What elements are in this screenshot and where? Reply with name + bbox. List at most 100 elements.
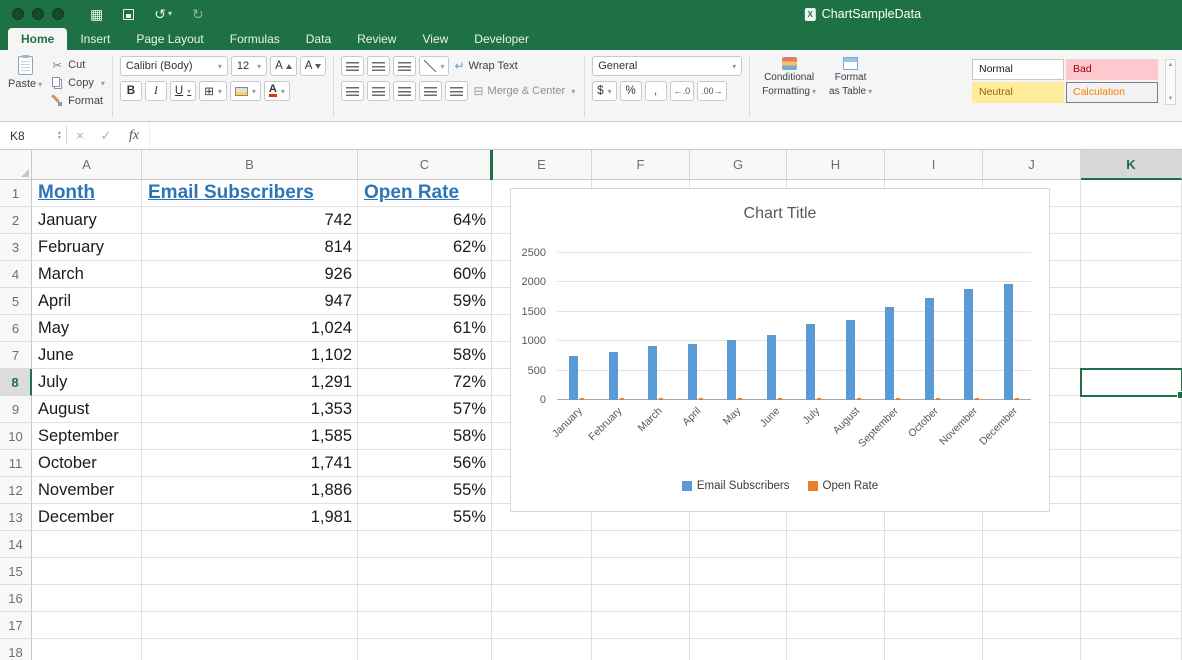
- cell-openrate-november[interactable]: 55%: [358, 477, 492, 504]
- undo-icon[interactable]: ↺▾: [154, 7, 172, 21]
- cell-openrate-october[interactable]: 56%: [358, 450, 492, 477]
- tab-page-layout[interactable]: Page Layout: [123, 28, 216, 50]
- increase-font-button[interactable]: A: [270, 56, 297, 76]
- cell-month-december[interactable]: December: [32, 504, 142, 531]
- cell-subscribers-july[interactable]: 1,291: [142, 369, 358, 396]
- number-format-select[interactable]: General▾: [592, 56, 742, 76]
- cell-month-march[interactable]: March: [32, 261, 142, 288]
- row-header-9[interactable]: 9: [0, 396, 32, 423]
- percent-button[interactable]: %: [620, 81, 642, 101]
- align-center-button[interactable]: [367, 81, 390, 101]
- chart-area[interactable]: Chart Title 05001000150020002500 January…: [510, 188, 1050, 512]
- align-middle-button[interactable]: [367, 56, 390, 76]
- header-cell-month[interactable]: Month: [32, 180, 142, 207]
- cell-month-august[interactable]: August: [32, 396, 142, 423]
- cell-subscribers-january[interactable]: 742: [142, 207, 358, 234]
- align-right-button[interactable]: [393, 81, 416, 101]
- column-header-a[interactable]: A: [32, 150, 142, 180]
- legend-item-open-rate[interactable]: Open Rate: [808, 480, 879, 492]
- align-top-button[interactable]: [341, 56, 364, 76]
- row-header-5[interactable]: 5: [0, 288, 32, 315]
- row-header-12[interactable]: 12: [0, 477, 32, 504]
- cell-openrate-march[interactable]: 60%: [358, 261, 492, 288]
- row-header-4[interactable]: 4: [0, 261, 32, 288]
- cell-openrate-february[interactable]: 62%: [358, 234, 492, 261]
- bar-email-subscribers-september[interactable]: [885, 307, 894, 400]
- cell-openrate-august[interactable]: 57%: [358, 396, 492, 423]
- chart-title[interactable]: Chart Title: [511, 205, 1049, 223]
- cell-month-february[interactable]: February: [32, 234, 142, 261]
- cell-subscribers-february[interactable]: 814: [142, 234, 358, 261]
- row-header-2[interactable]: 2: [0, 207, 32, 234]
- save-icon[interactable]: [123, 9, 134, 20]
- cell-style-normal[interactable]: Normal: [972, 59, 1064, 80]
- column-header-h[interactable]: H: [787, 150, 885, 180]
- column-header-j[interactable]: J: [983, 150, 1081, 180]
- wrap-text-button[interactable]: ↵Wrap Text: [452, 56, 519, 76]
- cell-month-november[interactable]: November: [32, 477, 142, 504]
- column-header-i[interactable]: I: [885, 150, 983, 180]
- bar-open-rate-august[interactable]: [857, 398, 861, 400]
- bar-email-subscribers-december[interactable]: [1004, 284, 1013, 400]
- fx-icon[interactable]: fx: [119, 122, 149, 149]
- row-header-16[interactable]: 16: [0, 585, 32, 612]
- gallery-scroll-up-icon[interactable]: ▲: [1168, 62, 1174, 68]
- select-all-corner[interactable]: [0, 150, 32, 180]
- tab-insert[interactable]: Insert: [67, 28, 123, 50]
- font-family-select[interactable]: Calibri (Body)▾: [120, 56, 228, 76]
- cell-subscribers-october[interactable]: 1,741: [142, 450, 358, 477]
- redo-icon[interactable]: ↻: [192, 7, 204, 21]
- tab-formulas[interactable]: Formulas: [217, 28, 293, 50]
- formula-input[interactable]: [149, 122, 1182, 149]
- cell-openrate-june[interactable]: 58%: [358, 342, 492, 369]
- minimize-button[interactable]: [32, 8, 44, 20]
- cell-subscribers-june[interactable]: 1,102: [142, 342, 358, 369]
- name-box-stepper[interactable]: ▲▼: [57, 131, 62, 141]
- align-left-button[interactable]: [341, 81, 364, 101]
- bar-open-rate-july[interactable]: [817, 398, 821, 400]
- bar-email-subscribers-february[interactable]: [609, 352, 618, 400]
- cell-openrate-december[interactable]: 55%: [358, 504, 492, 531]
- fill-color-button[interactable]: ▾: [230, 81, 261, 101]
- format-painter-button[interactable]: Format: [51, 94, 105, 108]
- decrease-indent-button[interactable]: [419, 81, 442, 101]
- cell-style-calculation[interactable]: Calculation: [1066, 82, 1158, 103]
- tab-home[interactable]: Home: [8, 28, 67, 50]
- row-header-6[interactable]: 6: [0, 315, 32, 342]
- header-cell-open-rate[interactable]: Open Rate: [358, 180, 492, 207]
- cell-month-april[interactable]: April: [32, 288, 142, 315]
- cell-openrate-april[interactable]: 59%: [358, 288, 492, 315]
- cell-openrate-september[interactable]: 58%: [358, 423, 492, 450]
- paste-button[interactable]: Paste▾: [8, 56, 42, 108]
- bar-email-subscribers-july[interactable]: [806, 324, 815, 400]
- column-header-c[interactable]: C: [358, 150, 492, 180]
- tab-review[interactable]: Review: [344, 28, 409, 50]
- decrease-decimal-button[interactable]: .00→: [697, 81, 727, 101]
- zoom-button[interactable]: [52, 8, 64, 20]
- close-button[interactable]: [12, 8, 24, 20]
- row-header-8[interactable]: 8: [0, 369, 32, 396]
- bar-open-rate-september[interactable]: [896, 398, 900, 400]
- cell-subscribers-september[interactable]: 1,585: [142, 423, 358, 450]
- bar-open-rate-february[interactable]: [620, 398, 624, 400]
- row-header-18[interactable]: 18: [0, 639, 32, 660]
- bar-open-rate-june[interactable]: [778, 398, 782, 400]
- row-header-3[interactable]: 3: [0, 234, 32, 261]
- merge-center-button[interactable]: ⊟Merge & Center▾: [471, 81, 577, 101]
- cell-style-neutral[interactable]: Neutral: [972, 82, 1064, 103]
- column-header-g[interactable]: G: [690, 150, 787, 180]
- row-header-11[interactable]: 11: [0, 450, 32, 477]
- cell-subscribers-november[interactable]: 1,886: [142, 477, 358, 504]
- row-header-13[interactable]: 13: [0, 504, 32, 531]
- tab-developer[interactable]: Developer: [461, 28, 542, 50]
- bar-email-subscribers-may[interactable]: [727, 340, 736, 400]
- cell-month-september[interactable]: September: [32, 423, 142, 450]
- font-color-button[interactable]: A▾: [264, 81, 290, 101]
- font-size-select[interactable]: 12▾: [231, 56, 267, 76]
- borders-button[interactable]: ⊞▾: [199, 81, 227, 101]
- text-orientation-button[interactable]: ▾: [419, 56, 449, 76]
- bar-email-subscribers-august[interactable]: [846, 320, 855, 400]
- column-header-e[interactable]: E: [492, 150, 592, 180]
- row-header-15[interactable]: 15: [0, 558, 32, 585]
- cell-month-may[interactable]: May: [32, 315, 142, 342]
